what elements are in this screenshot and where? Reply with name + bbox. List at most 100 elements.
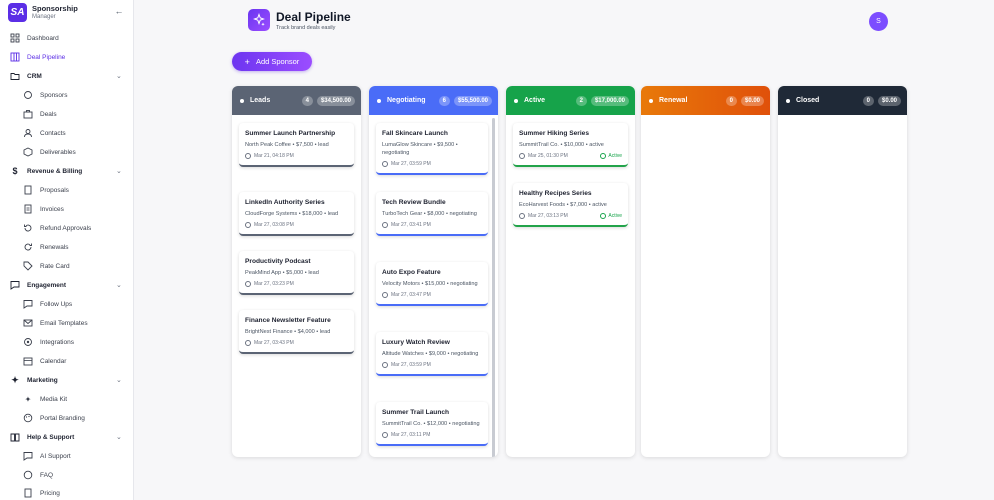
sidebar-item-portal-branding[interactable]: Portal Branding <box>23 410 85 426</box>
sidebar-item-proposals[interactable]: Proposals <box>23 182 69 198</box>
status-badge: Active <box>600 153 622 159</box>
deal-card[interactable]: Productivity Podcast PeakMind App • $5,0… <box>239 251 354 295</box>
sparkle-icon: ✦ <box>11 374 19 385</box>
chevron-down-icon[interactable]: ⌄ <box>116 281 122 289</box>
sidebar-item-contacts[interactable]: Contacts <box>23 125 66 141</box>
card-meta: North Peak Coffee • $7,500 • lead <box>245 142 329 148</box>
status-label: Active <box>608 153 622 159</box>
brand-title: Sponsorship <box>32 4 78 13</box>
sidebar-item-label: Portal Branding <box>40 414 85 422</box>
card-date: Mar 27, 03:13 PM <box>528 213 568 219</box>
deal-card[interactable]: Healthy Recipes Series EcoHarvest Foods … <box>513 183 628 227</box>
deal-card[interactable]: LinkedIn Authority Series CloudForge Sys… <box>239 192 354 236</box>
folder-icon <box>10 71 20 81</box>
chat-bubble-icon <box>23 451 33 461</box>
column-header: Closed 0 $0.00 <box>778 86 907 115</box>
card-date: Mar 25, 01:30 PM <box>528 153 568 159</box>
column-name: Leads <box>250 97 271 104</box>
column-amount: $0.00 <box>740 95 764 106</box>
sidebar-item-integrations[interactable]: Integrations <box>23 334 74 350</box>
deal-card[interactable]: Summer Hiking Series SummitTrail Co. • $… <box>513 123 628 167</box>
column-amount: $55,500.00 <box>453 95 492 106</box>
tag-icon <box>23 261 33 271</box>
sidebar-item-media-kit[interactable]: ✦ Media Kit <box>23 391 67 407</box>
sidebar-item-invoices[interactable]: Invoices <box>23 201 64 217</box>
card-meta: LumaGlow Skincare • $9,500 • negotiating <box>382 142 458 156</box>
sidebar-item-dashboard[interactable]: Dashboard <box>10 30 59 46</box>
deal-card[interactable]: Fall Skincare Launch LumaGlow Skincare •… <box>376 123 488 175</box>
chevron-down-icon[interactable]: ⌄ <box>116 433 122 441</box>
sidebar-item-email-templates[interactable]: Email Templates <box>23 315 88 331</box>
sidebar-item-renewals[interactable]: Renewals <box>23 239 69 255</box>
refund-icon <box>23 223 33 233</box>
sidebar-item-pricing[interactable]: Pricing <box>23 485 60 500</box>
sidebar-item-follow-ups[interactable]: Follow Ups <box>23 296 72 312</box>
message-icon <box>23 299 33 309</box>
column-count: 6 <box>438 95 450 106</box>
card-title: Luxury Watch Review <box>382 339 450 346</box>
card-meta: SummitTrail Co. • $10,000 • active <box>519 142 604 148</box>
section-label: Marketing <box>27 376 58 384</box>
chevron-down-icon[interactable]: ⌄ <box>116 72 122 80</box>
section-label: CRM <box>27 72 42 80</box>
sidebar-item-label: AI Support <box>40 452 71 460</box>
card-title: Summer Hiking Series <box>519 130 589 137</box>
brand-logo: SA <box>8 3 27 22</box>
column-negotiating: Negotiating 6 $55,500.00 Fall Skincare L… <box>369 86 498 457</box>
deal-card[interactable]: Summer Trail Launch SummitTrail Co. • $1… <box>376 402 488 446</box>
section-label: Help & Support <box>27 433 75 441</box>
sidebar-item-label: Dashboard <box>27 34 59 42</box>
sidebar-item-calendar[interactable]: Calendar <box>23 353 66 369</box>
sidebar-section-help[interactable]: Help & Support <box>10 429 74 445</box>
sidebar-item-refund-approvals[interactable]: Refund Approvals <box>23 220 91 236</box>
column-name: Negotiating <box>387 97 426 104</box>
sidebar-section-marketing[interactable]: ✦ Marketing <box>10 372 58 388</box>
mail-icon <box>23 318 33 328</box>
column-count: 4 <box>301 95 313 106</box>
sidebar-section-engagement[interactable]: Engagement <box>10 277 66 293</box>
sidebar-item-deals[interactable]: Deals <box>23 106 57 122</box>
sidebar-item-faq[interactable]: FAQ <box>23 467 53 483</box>
kanban-icon <box>10 52 20 62</box>
chevron-down-icon[interactable]: ⌄ <box>116 167 122 175</box>
status-badge: Active <box>600 213 622 219</box>
deal-card[interactable]: Luxury Watch Review Altitude Watches • $… <box>376 332 488 376</box>
page-subtitle: Track brand deals easily <box>276 25 336 31</box>
brand-subtitle: Manager <box>32 14 56 20</box>
card-meta: Velocity Motors • $15,000 • negotiating <box>382 281 478 287</box>
sidebar-item-deliverables[interactable]: Deliverables <box>23 144 76 160</box>
clock-icon <box>245 281 251 287</box>
clock-icon <box>382 222 388 228</box>
chevron-down-icon[interactable]: ⌄ <box>116 376 122 384</box>
sidebar-item-label: Integrations <box>40 338 74 346</box>
sidebar-section-crm[interactable]: CRM <box>10 68 42 84</box>
deal-card[interactable]: Finance Newsletter Feature BrightNest Fi… <box>239 310 354 354</box>
deal-card[interactable]: Tech Review Bundle TurboTech Gear • $8,0… <box>376 192 488 236</box>
card-meta: SummitTrail Co. • $12,000 • negotiating <box>382 421 480 427</box>
sidebar-section-revenue[interactable]: $ Revenue & Billing <box>10 163 82 179</box>
column-name: Active <box>524 97 546 104</box>
dot-icon <box>514 98 518 103</box>
scrollbar[interactable] <box>492 118 495 457</box>
add-sponsor-button[interactable]: + Add Sponsor <box>232 52 312 71</box>
avatar[interactable]: S <box>869 12 888 31</box>
sidebar-item-label: Renewals <box>40 243 69 251</box>
collapse-sidebar-icon[interactable]: ← <box>112 4 126 18</box>
column-header: Renewal 0 $0.00 <box>641 86 770 115</box>
deal-card[interactable]: Summer Launch Partnership North Peak Cof… <box>239 123 354 167</box>
column-active: Active 2 $17,000.00 Summer Hiking Series… <box>506 86 635 457</box>
sidebar-item-deal-pipeline[interactable]: Deal Pipeline <box>10 49 65 65</box>
deal-card[interactable]: Auto Expo Feature Velocity Motors • $15,… <box>376 262 488 306</box>
sidebar-item-rate-card[interactable]: Rate Card <box>23 258 70 274</box>
sidebar-item-ai-support[interactable]: AI Support <box>23 448 71 464</box>
column-amount: $0.00 <box>877 95 901 106</box>
clock-icon <box>245 340 251 346</box>
card-meta: TurboTech Gear • $8,000 • negotiating <box>382 211 477 217</box>
add-sponsor-label: Add Sponsor <box>255 57 300 66</box>
sidebar-item-label: Deal Pipeline <box>27 53 66 61</box>
sidebar-item-sponsors[interactable]: Sponsors <box>23 87 67 103</box>
column-header: Negotiating 6 $55,500.00 <box>369 86 498 115</box>
brand[interactable]: SA Sponsorship Manager <box>8 3 128 25</box>
card-title: LinkedIn Authority Series <box>245 199 325 206</box>
column-name: Closed <box>796 97 820 104</box>
